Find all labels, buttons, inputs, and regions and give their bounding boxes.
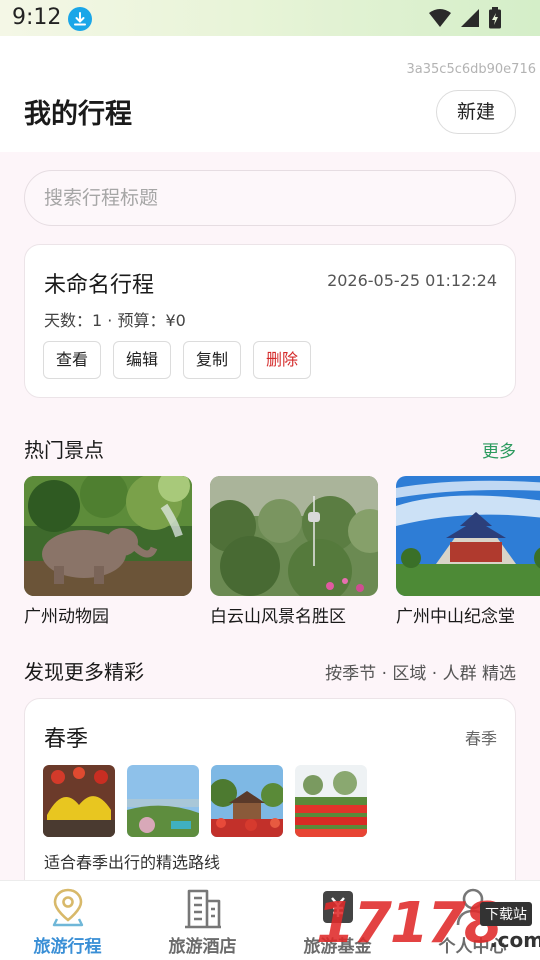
hotel-building-icon xyxy=(184,889,221,929)
season-thumbnail xyxy=(211,765,283,837)
search-input[interactable]: 搜索行程标题 xyxy=(24,170,516,226)
season-thumbnail xyxy=(295,765,367,837)
spot-image-zoo xyxy=(24,476,192,596)
trip-actions: 查看 编辑 复制 删除 xyxy=(43,341,312,379)
watermark-17178: 17178 下载站 .com xyxy=(316,888,540,960)
spot-card[interactable]: 广州动物园 xyxy=(24,476,192,626)
spot-name: 广州动物园 xyxy=(24,607,109,626)
device-id: 3a35c5c6db90e716 xyxy=(406,62,536,77)
app-header: 3a35c5c6db90e716 我的行程 新建 xyxy=(0,36,540,152)
discover-title: 发现更多精彩 xyxy=(24,660,144,684)
status-time: 9:12 xyxy=(12,5,62,30)
trip-title: 未命名行程 xyxy=(44,273,155,298)
trip-timestamp: 2026-05-25 01:12:24 xyxy=(327,271,497,290)
wifi-icon xyxy=(429,9,451,27)
tab-label: 旅游行程 xyxy=(33,937,102,957)
hot-spots-more-link[interactable]: 更多 xyxy=(482,437,516,462)
battery-icon xyxy=(489,7,501,29)
watermark-text: 17178 xyxy=(316,891,503,956)
tab-hotels[interactable]: 旅游酒店 xyxy=(135,881,270,960)
download-icon xyxy=(68,7,92,31)
spot-image-baiyun xyxy=(210,476,378,596)
season-thumbnails xyxy=(43,765,367,837)
spot-card[interactable]: 白云山风景名胜区 xyxy=(210,476,378,626)
season-thumbnail xyxy=(127,765,199,837)
tab-trips[interactable]: 旅游行程 xyxy=(0,881,135,960)
copy-button[interactable]: 复制 xyxy=(183,341,242,379)
spot-image-memorial-hall xyxy=(396,476,540,596)
season-thumbnail xyxy=(43,765,115,837)
trip-card[interactable]: 未命名行程 2026-05-25 01:12:24 天数：1 · 预算：¥0 查… xyxy=(24,244,516,398)
system-icons xyxy=(428,7,502,29)
edit-button[interactable]: 编辑 xyxy=(113,341,172,379)
season-description: 适合春季出行的精选路线 xyxy=(44,853,221,872)
hot-spots-title: 热门景点 xyxy=(24,438,104,462)
watermark-badge: 下载站 xyxy=(480,902,532,926)
spot-card[interactable]: 广州中山纪念堂 xyxy=(396,476,540,626)
map-pin-icon xyxy=(52,888,83,927)
signal-icon xyxy=(461,9,479,27)
trip-meta: 天数：1 · 预算：¥0 xyxy=(44,311,186,330)
tab-label: 旅游酒店 xyxy=(168,937,237,957)
page-title: 我的行程 xyxy=(24,99,132,130)
discover-filter-link[interactable]: 按季节 · 区域 · 人群 精选 xyxy=(325,659,516,684)
status-bar: 9:12 xyxy=(0,0,540,36)
view-button[interactable]: 查看 xyxy=(43,341,102,379)
hot-spots-carousel[interactable]: 广州动物园 白云山风景名胜区 广州中山纪念堂 xyxy=(24,476,540,626)
season-tag: 春季 xyxy=(464,729,497,748)
season-title: 春季 xyxy=(44,727,89,752)
spot-name: 广州中山纪念堂 xyxy=(396,607,515,626)
spot-name: 白云山风景名胜区 xyxy=(210,607,346,626)
delete-button[interactable]: 删除 xyxy=(253,341,312,379)
season-card-spring[interactable]: 春季 春季 适合春季出行的精选路线 xyxy=(24,698,516,898)
watermark-domain: .com xyxy=(490,928,540,952)
new-trip-button[interactable]: 新建 xyxy=(436,90,516,134)
